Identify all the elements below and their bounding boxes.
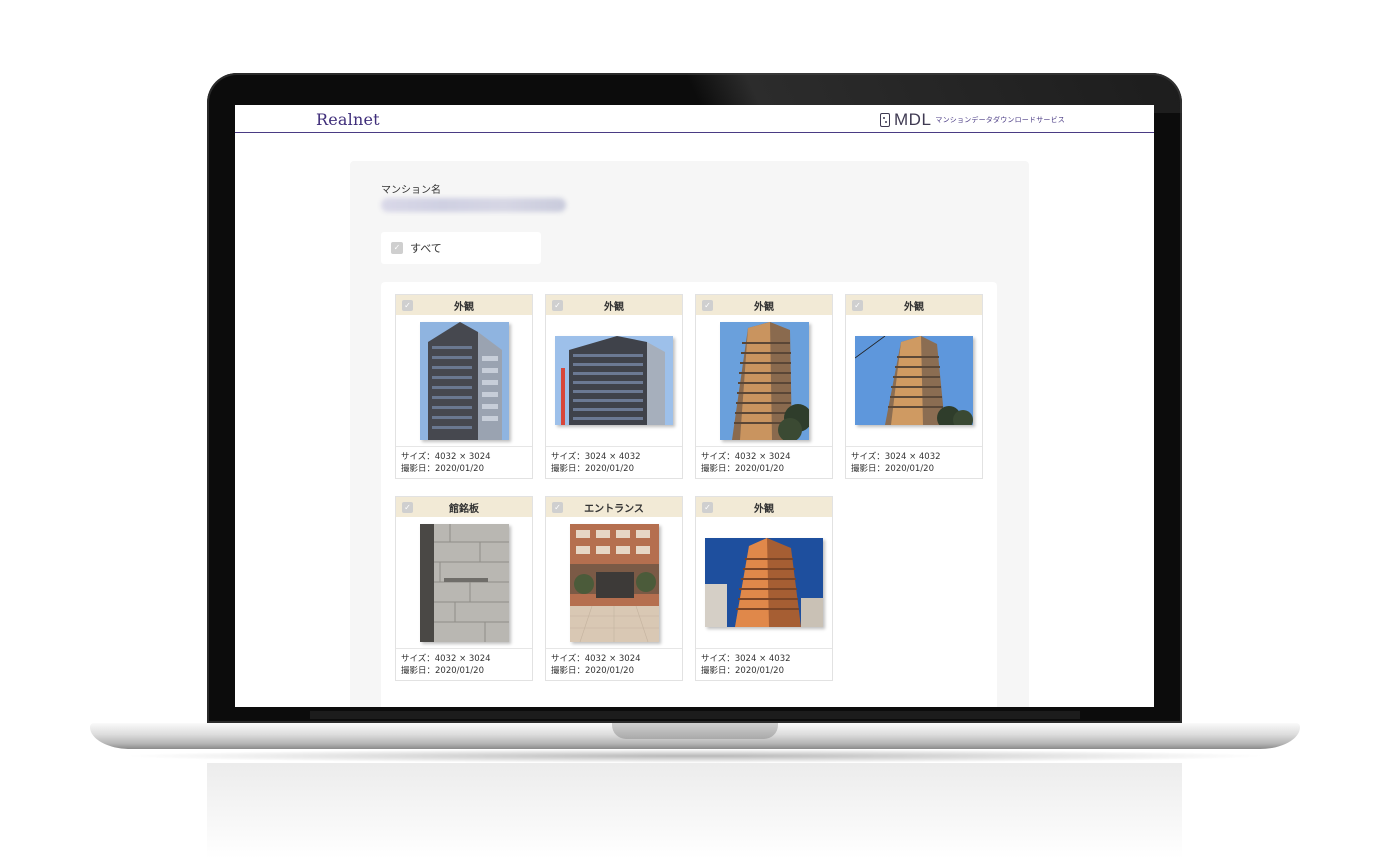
photo-thumbnail-area (846, 315, 982, 447)
photo-date: 撮影日：2020/01/20 (851, 464, 934, 474)
photo-card[interactable]: ✓ 外観 (845, 294, 983, 479)
photo-category: 館銘板 (449, 503, 479, 515)
photo-date: 撮影日：2020/01/20 (701, 666, 784, 676)
photo-size: サイズ：4032 × 3024 (401, 452, 491, 462)
photo-thumbnail-area (546, 315, 682, 447)
brand-logo[interactable]: Realnet (316, 110, 380, 129)
photo-checkbox[interactable]: ✓ (552, 300, 563, 311)
photo-size: サイズ：4032 × 3024 (551, 654, 641, 664)
photo-meta: サイズ：4032 × 3024 撮影日：2020/01/20 (546, 649, 682, 677)
photo-size: サイズ：3024 × 4032 (851, 452, 941, 462)
photo-category: 外観 (604, 301, 624, 313)
photo-thumbnail-area (696, 315, 832, 447)
service-logo[interactable]: MDL マンションデータダウンロードサービス (880, 110, 1066, 129)
photo-card-header: ✓ 外観 (846, 295, 982, 315)
photo-card-header: ✓ 外観 (546, 295, 682, 315)
photo-meta: サイズ：4032 × 3024 撮影日：2020/01/20 (396, 447, 532, 475)
photo-checkbox[interactable]: ✓ (852, 300, 863, 311)
photo-size: サイズ：4032 × 3024 (401, 654, 491, 664)
photo-meta: サイズ：4032 × 3024 撮影日：2020/01/20 (696, 447, 832, 475)
device-icon (880, 113, 890, 127)
photo-meta: サイズ：3024 × 4032 撮影日：2020/01/20 (846, 447, 982, 475)
laptop-notch (612, 723, 778, 739)
photo-card[interactable]: ✓ 外観 (545, 294, 683, 479)
building-photo[interactable] (705, 538, 823, 627)
service-subtitle: マンションデータダウンロードサービス (935, 116, 1066, 124)
mansion-name-value (381, 198, 566, 212)
photo-card[interactable]: ✓ 外観 (395, 294, 533, 479)
laptop-hinge (310, 711, 1080, 719)
photo-thumbnail-area (396, 517, 532, 649)
select-all-label: すべて (410, 242, 442, 255)
photo-category: 外観 (754, 503, 774, 515)
photo-thumbnail-area (696, 517, 832, 649)
photo-thumbnail-area (396, 315, 532, 447)
photo-date: 撮影日：2020/01/20 (551, 666, 634, 676)
photo-card-header: ✓ エントランス (546, 497, 682, 517)
building-photo[interactable] (719, 321, 809, 440)
building-photo[interactable] (419, 321, 509, 440)
photo-date: 撮影日：2020/01/20 (701, 464, 784, 474)
photo-card[interactable]: ✓ エントランス サイズ：4032 × 3024 撮影日：2020/01/20 (545, 496, 683, 681)
photo-card-header: ✓ 外観 (396, 295, 532, 315)
photo-category: 外観 (754, 301, 774, 313)
select-all-checkbox[interactable]: ✓ (391, 242, 403, 254)
laptop-reflection (207, 763, 1182, 859)
photo-checkbox[interactable]: ✓ (402, 502, 413, 513)
photo-card-header: ✓ 外観 (696, 497, 832, 517)
screen: Realnet MDL マンションデータダウンロードサービス マンション名 ✓ … (235, 105, 1154, 707)
building-photo[interactable] (855, 336, 973, 425)
nameplate-photo[interactable] (419, 523, 509, 642)
photo-thumbnail-area (546, 517, 682, 649)
photo-meta: サイズ：3024 × 4032 撮影日：2020/01/20 (696, 649, 832, 677)
photo-card[interactable]: ✓ 外観 (695, 496, 833, 681)
download-panel: マンション名 ✓ すべて ✓ 外観 サイズ：4032 × 3024 撮影日：20… (350, 161, 1029, 707)
select-all-toggle[interactable]: ✓ すべて (381, 232, 541, 264)
laptop-shadow (120, 749, 1270, 763)
photo-grid: ✓ 外観 サイズ：4032 × 3024 撮影日：2020/01/20 ✓ 外観… (381, 282, 997, 707)
photo-checkbox[interactable]: ✓ (702, 300, 713, 311)
photo-size: サイズ：3024 × 4032 (551, 452, 641, 462)
photo-meta: サイズ：3024 × 4032 撮影日：2020/01/20 (546, 447, 682, 475)
photo-size: サイズ：3024 × 4032 (701, 654, 791, 664)
photo-checkbox[interactable]: ✓ (702, 502, 713, 513)
photo-card[interactable]: ✓ 外観 (695, 294, 833, 479)
photo-date: 撮影日：2020/01/20 (401, 464, 484, 474)
photo-checkbox[interactable]: ✓ (552, 502, 563, 513)
service-name: MDL (894, 110, 932, 129)
photo-category: 外観 (904, 301, 924, 313)
mansion-name-label: マンション名 (381, 185, 441, 196)
photo-category: エントランス (584, 503, 644, 515)
photo-size: サイズ：4032 × 3024 (701, 452, 791, 462)
app-header: Realnet MDL マンションデータダウンロードサービス (235, 105, 1154, 133)
photo-checkbox[interactable]: ✓ (402, 300, 413, 311)
photo-card-header: ✓ 館銘板 (396, 497, 532, 517)
building-photo[interactable] (555, 336, 673, 425)
photo-card[interactable]: ✓ 館銘板 サイズ：4032 × 3024 撮影日：2020/01/20 (395, 496, 533, 681)
photo-card-header: ✓ 外観 (696, 295, 832, 315)
photo-date: 撮影日：2020/01/20 (551, 464, 634, 474)
photo-meta: サイズ：4032 × 3024 撮影日：2020/01/20 (396, 649, 532, 677)
photo-category: 外観 (454, 301, 474, 313)
photo-date: 撮影日：2020/01/20 (401, 666, 484, 676)
entrance-photo[interactable] (569, 523, 659, 642)
